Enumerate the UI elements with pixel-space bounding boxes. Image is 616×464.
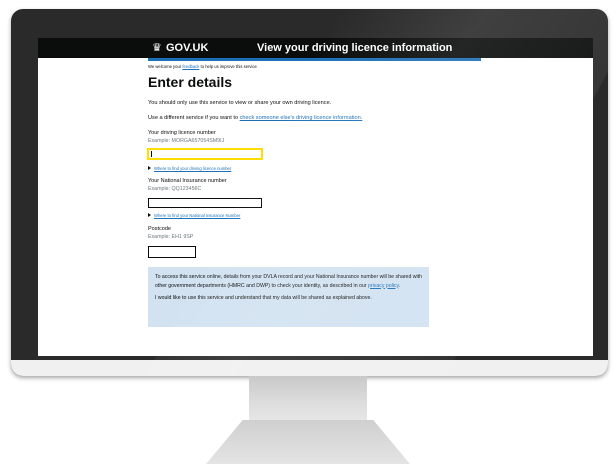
disclosure-triangle-icon — [148, 213, 151, 217]
page-title: Enter details — [148, 74, 233, 90]
postcode-hint: Example: EH1 9SP — [148, 234, 194, 240]
feedback-suffix: to help us improve this service — [199, 64, 257, 69]
header-underline — [148, 58, 481, 61]
gov-header: ♛ GOV.UK View your driving licence infor… — [38, 38, 593, 58]
consent-panel: To access this service online, details f… — [148, 267, 429, 327]
postcode-input[interactable] — [148, 246, 196, 258]
screen: ♛ GOV.UK View your driving licence infor… — [38, 38, 593, 356]
text-caret — [151, 151, 152, 157]
ni-label: Your National Insurance number — [148, 178, 227, 184]
other-service-prefix: Use a different service if you want to — [148, 115, 240, 121]
intro-text: You should only use this service to view… — [148, 100, 332, 106]
ni-input[interactable] — [148, 198, 262, 208]
consent-text-suffix: . — [398, 282, 401, 289]
other-service-text: Use a different service if you want to c… — [148, 115, 362, 121]
other-service-link[interactable]: check someone else's driving licence inf… — [240, 115, 363, 121]
monitor-stand-neck — [249, 376, 367, 424]
feedback-banner: We welcome your feedback to help us impr… — [148, 64, 257, 69]
crown-icon[interactable]: ♛ — [152, 42, 162, 54]
monitor-chin — [11, 360, 608, 376]
stage: ♛ GOV.UK View your driving licence infor… — [0, 0, 616, 464]
disclosure-triangle-icon — [148, 166, 151, 170]
ni-help-link[interactable]: Where to find your National Insurance Nu… — [154, 213, 240, 218]
privacy-policy-link[interactable]: privacy policy — [368, 283, 399, 289]
ni-help[interactable]: Where to find your National Insurance Nu… — [148, 213, 240, 218]
licence-help-link[interactable]: Where to find your driving licence numbe… — [154, 166, 231, 171]
licence-hint: Example: MORGA657054SM9IJ — [148, 138, 225, 144]
licence-label: Your driving licence number — [148, 130, 216, 136]
ni-hint: Example: QQ123456C — [148, 186, 202, 192]
licence-input[interactable] — [148, 149, 262, 159]
govuk-logo[interactable]: GOV.UK — [166, 41, 208, 55]
postcode-label: Postcode — [148, 226, 171, 232]
feedback-link[interactable]: feedback — [182, 64, 199, 69]
monitor: ♛ GOV.UK View your driving licence infor… — [11, 9, 608, 376]
monitor-stand-base — [206, 420, 410, 464]
consent-agree-text: I would like to use this service and und… — [155, 295, 372, 301]
consent-text: To access this service online, details f… — [155, 273, 422, 290]
licence-help[interactable]: Where to find your driving licence numbe… — [148, 166, 231, 171]
feedback-prefix: We welcome your — [148, 64, 183, 69]
service-name[interactable]: View your driving licence information — [257, 41, 452, 55]
